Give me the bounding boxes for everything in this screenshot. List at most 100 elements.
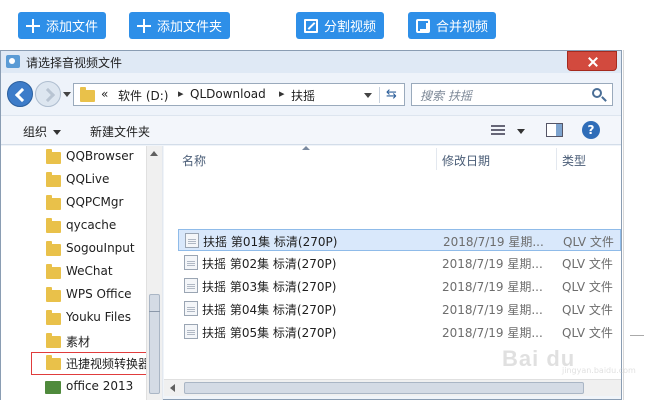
address-row: « 软件 (D:) ▸ QLDownload ▸ 扶摇 ⇆ 搜索 扶摇 xyxy=(1,73,621,115)
folder-icon xyxy=(46,355,61,370)
organize-menu[interactable]: 组织 xyxy=(23,123,62,140)
folder-icon xyxy=(46,287,61,302)
scroll-left-arrow-icon[interactable] xyxy=(170,384,175,392)
file-date: 2018/7/19 星期... xyxy=(442,257,543,271)
search-input[interactable]: 搜索 扶摇 xyxy=(411,83,613,106)
column-header-date[interactable]: 修改日期 xyxy=(442,152,490,169)
add-file-button[interactable]: 添加文件 xyxy=(18,12,107,39)
file-type: QLV 文件 xyxy=(562,326,613,340)
app-icon xyxy=(6,55,20,68)
nav-item-youku-files[interactable]: Youku Files xyxy=(1,307,146,330)
refresh-icon[interactable]: ⇆ xyxy=(379,87,403,103)
nav-item-label: QQLive xyxy=(66,172,110,186)
forward-arrow-icon[interactable] xyxy=(35,81,61,107)
split-video-button[interactable]: 分割视频 xyxy=(296,12,385,39)
breadcrumb-separator-icon[interactable]: ▸ xyxy=(178,87,184,100)
breadcrumb-drive[interactable]: 软件 (D:) xyxy=(118,87,168,104)
scroll-up-arrow-icon[interactable] xyxy=(150,151,158,156)
folder-icon xyxy=(46,218,61,233)
nav-item-qqpcmgr[interactable]: QQPCMgr xyxy=(1,192,146,215)
back-arrow-icon[interactable] xyxy=(7,81,33,107)
new-folder-button[interactable]: 新建文件夹 xyxy=(90,123,150,140)
split-video-label: 分割视频 xyxy=(324,20,377,35)
qlv-file-icon xyxy=(184,255,198,270)
dialog-titlebar[interactable]: 请选择音视频文件 xyxy=(1,51,621,73)
nav-item-label: 迅捷视频转换器 xyxy=(66,357,151,371)
crop-icon xyxy=(304,18,318,33)
nav-item-qycache[interactable]: qycache xyxy=(1,215,146,238)
dialog-title: 请选择音视频文件 xyxy=(26,56,123,70)
nav-item-label: qycache xyxy=(66,218,117,232)
watermark-sub: jingyan.baidu.com xyxy=(562,366,636,375)
add-file-label: 添加文件 xyxy=(46,20,99,35)
add-folder-button[interactable]: 添加文件夹 xyxy=(129,12,231,39)
nav-item-label: 素材 xyxy=(66,335,91,349)
baidu-watermark: Bai du jingyan.baidu.com xyxy=(502,344,636,375)
file-date: 2018/7/19 星期... xyxy=(443,235,544,249)
address-bar[interactable]: « 软件 (D:) ▸ QLDownload ▸ 扶摇 ⇆ xyxy=(73,83,405,106)
merge-icon xyxy=(416,18,430,33)
horizontal-scrollbar[interactable] xyxy=(164,379,621,396)
scrollbar-thumb[interactable] xyxy=(149,294,160,394)
nav-item-label: office 2013 xyxy=(66,379,134,393)
breadcrumb-current[interactable]: 扶摇 xyxy=(291,87,315,104)
new-folder-label: 新建文件夹 xyxy=(90,125,151,139)
column-header-name[interactable]: 名称 xyxy=(182,152,206,169)
view-options-icon[interactable] xyxy=(491,125,505,136)
plus-icon xyxy=(137,18,151,33)
address-dropdown-chevron-icon[interactable] xyxy=(364,93,372,98)
preview-pane-icon[interactable] xyxy=(546,123,563,137)
search-placeholder: 搜索 扶摇 xyxy=(420,89,472,103)
merge-video-label: 合并视频 xyxy=(436,20,489,35)
file-row[interactable]: 扶摇 第05集 标清(270P) 2018/7/19 星期... QLV 文件 xyxy=(178,321,621,343)
nav-item-office-2013[interactable]: office 2013 xyxy=(1,376,146,399)
file-name: 扶摇 第02集 标清(270P) xyxy=(202,257,337,271)
search-icon[interactable] xyxy=(592,88,602,98)
help-icon[interactable]: ? xyxy=(582,121,600,139)
column-divider[interactable] xyxy=(436,148,437,170)
file-name: 扶摇 第01集 标清(270P) xyxy=(203,235,338,249)
file-row[interactable]: 扶摇 第01集 标清(270P) 2018/7/19 星期... QLV 文件 xyxy=(178,229,621,251)
breadcrumb-overflow[interactable]: « xyxy=(101,87,108,101)
nav-item-label: QQPCMgr xyxy=(66,195,124,209)
column-header-type[interactable]: 类型 xyxy=(562,152,586,169)
nav-item-label: WeChat xyxy=(66,264,113,278)
folder-icon xyxy=(46,172,61,187)
nav-item-wechat[interactable]: WeChat xyxy=(1,261,146,284)
nav-item-qqlive[interactable]: QQLive xyxy=(1,169,146,192)
merge-video-button[interactable]: 合并视频 xyxy=(408,12,497,39)
recent-locations-chevron-icon[interactable] xyxy=(63,92,71,97)
folder-icon xyxy=(46,241,61,256)
sort-ascending-icon xyxy=(302,146,310,150)
scrollbar-thumb[interactable] xyxy=(184,382,584,394)
nav-item-label: Youku Files xyxy=(66,310,132,324)
nav-item-sogouinput[interactable]: SogouInput xyxy=(1,238,146,261)
breadcrumb-separator-icon[interactable]: ▸ xyxy=(279,87,285,100)
chevron-down-icon xyxy=(53,130,62,135)
file-row[interactable]: 扶摇 第03集 标清(270P) 2018/7/19 星期... QLV 文件 xyxy=(178,275,621,297)
nav-item-label: SogouInput xyxy=(66,241,135,255)
close-button[interactable] xyxy=(567,51,617,71)
navigation-pane: QQBrowser QQLive QQPCMgr qycache SogouIn… xyxy=(1,146,163,400)
breadcrumb-qldownload[interactable]: QLDownload xyxy=(190,87,266,101)
chevron-down-icon[interactable] xyxy=(517,129,525,134)
qlv-file-icon xyxy=(184,324,198,339)
app-toolbar: 添加文件 添加文件夹 分割视频 合并视频 xyxy=(0,0,650,50)
nav-item-sucai[interactable]: 素材 xyxy=(1,330,146,353)
folder-icon xyxy=(46,149,61,164)
office-folder-icon xyxy=(45,381,61,394)
file-name: 扶摇 第04集 标清(270P) xyxy=(202,303,337,317)
organize-label: 组织 xyxy=(23,125,48,139)
folder-icon xyxy=(46,310,61,325)
file-name: 扶摇 第05集 标清(270P) xyxy=(202,326,337,340)
file-type: QLV 文件 xyxy=(562,257,613,271)
nav-item-xunjie-converter[interactable]: 迅捷视频转换器 xyxy=(31,352,155,375)
nav-scrollbar[interactable] xyxy=(146,146,162,400)
command-bar: 组织 新建文件夹 ? xyxy=(1,115,621,145)
column-divider[interactable] xyxy=(556,148,557,170)
nav-item-label: WPS Office xyxy=(66,287,132,301)
file-row[interactable]: 扶摇 第02集 标清(270P) 2018/7/19 星期... QLV 文件 xyxy=(178,252,621,274)
file-row[interactable]: 扶摇 第04集 标清(270P) 2018/7/19 星期... QLV 文件 xyxy=(178,298,621,320)
nav-item-wps-office[interactable]: WPS Office xyxy=(1,284,146,307)
nav-item-qqbrowser[interactable]: QQBrowser xyxy=(1,146,146,169)
